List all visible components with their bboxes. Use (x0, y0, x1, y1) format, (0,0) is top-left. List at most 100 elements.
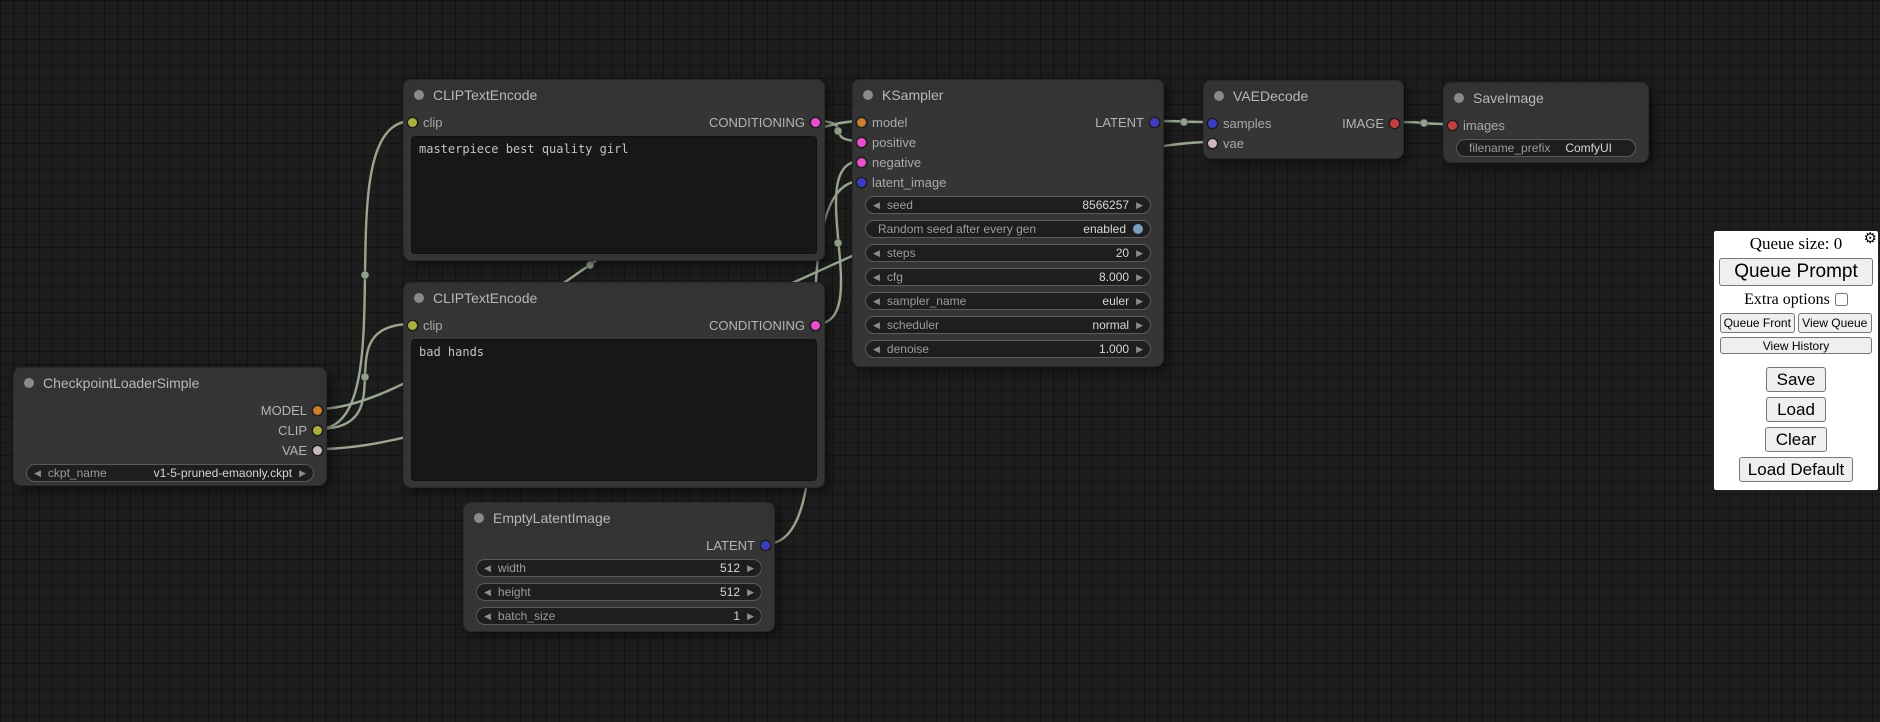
toggle-knob-icon[interactable] (1133, 224, 1143, 234)
collapse-dot-icon[interactable] (414, 90, 424, 100)
collapse-dot-icon[interactable] (1454, 93, 1464, 103)
output-label: CONDITIONING (709, 318, 824, 333)
output-row-clip: CLIP (14, 420, 326, 440)
width-widget[interactable]: width 512 (476, 559, 762, 577)
graph-canvas[interactable]: CheckpointLoaderSimple MODEL CLIP VAE ck… (0, 0, 1880, 722)
denoise-widget[interactable]: denoise 1.000 (865, 340, 1151, 358)
node-title-bar[interactable]: VAEDecode (1204, 81, 1403, 111)
increase-arrow-icon[interactable] (1136, 249, 1143, 258)
increase-arrow-icon[interactable] (747, 612, 754, 621)
clear-button[interactable]: Clear (1765, 427, 1828, 452)
queue-front-button[interactable]: Queue Front (1720, 313, 1795, 333)
decrease-arrow-icon[interactable] (484, 612, 491, 621)
samples-input-slot[interactable] (1208, 119, 1217, 128)
collapse-dot-icon[interactable] (1214, 91, 1224, 101)
random-seed-toggle-widget[interactable]: Random seed after every gen enabled (865, 220, 1151, 238)
positive-input-slot[interactable] (857, 138, 866, 147)
increase-arrow-icon[interactable] (747, 564, 754, 573)
view-history-button[interactable]: View History (1720, 337, 1872, 354)
clip-input-slot[interactable] (408, 321, 417, 330)
collapse-dot-icon[interactable] (24, 378, 34, 388)
clip-output-slot[interactable] (313, 426, 322, 435)
negative-prompt-textarea[interactable]: bad hands (411, 339, 817, 481)
node-title-bar[interactable]: CLIPTextEncode (404, 283, 824, 313)
settings-gear-icon[interactable] (1864, 231, 1877, 246)
clip-input-slot[interactable] (408, 118, 417, 127)
negative-input-slot[interactable] (857, 158, 866, 167)
scheduler-widget[interactable]: scheduler normal (865, 316, 1151, 334)
load-button[interactable]: Load (1766, 397, 1826, 422)
height-widget[interactable]: height 512 (476, 583, 762, 601)
model-output-slot[interactable] (313, 406, 322, 415)
output-row-vae: VAE (14, 440, 326, 460)
previous-value-arrow-icon[interactable] (873, 321, 880, 330)
next-value-arrow-icon[interactable] (1136, 321, 1143, 330)
node-title-bar[interactable]: KSampler (853, 80, 1163, 110)
latent-output-slot[interactable] (1150, 118, 1159, 127)
latent-output-slot[interactable] (761, 541, 770, 550)
decrease-arrow-icon[interactable] (873, 345, 880, 354)
output-label: CONDITIONING (709, 115, 824, 130)
node-empty-latent-image[interactable]: EmptyLatentImage LATENT width 512 height… (463, 502, 775, 632)
queue-prompt-button[interactable]: Queue Prompt (1719, 258, 1873, 286)
conditioning-output-slot[interactable] (811, 321, 820, 330)
conditioning-output-slot[interactable] (811, 118, 820, 127)
filename-prefix-widget[interactable]: filename_prefix ComfyUI (1456, 139, 1636, 157)
node-title: CheckpointLoaderSimple (43, 375, 199, 391)
widget-value: ComfyUI (1565, 141, 1612, 155)
increase-arrow-icon[interactable] (1136, 201, 1143, 210)
decrease-arrow-icon[interactable] (873, 201, 880, 210)
link-midpoint-dot (1420, 119, 1428, 127)
model-input-slot[interactable] (857, 118, 866, 127)
vae-input-slot[interactable] (1208, 139, 1217, 148)
widget-label: cfg (887, 270, 903, 284)
next-value-arrow-icon[interactable] (1136, 297, 1143, 306)
previous-value-arrow-icon[interactable] (873, 297, 880, 306)
previous-value-arrow-icon[interactable] (34, 469, 41, 478)
widget-value: 8.000 (1099, 270, 1129, 284)
queue-actions-row: Queue Front View Queue (1718, 313, 1874, 333)
batch-size-widget[interactable]: batch_size 1 (476, 607, 762, 625)
slot-row: clip CONDITIONING (404, 112, 824, 132)
vae-output-slot[interactable] (313, 446, 322, 455)
widget-value: v1-5-pruned-emaonly.ckpt (154, 466, 293, 480)
decrease-arrow-icon[interactable] (873, 273, 880, 282)
steps-widget[interactable]: steps 20 (865, 244, 1151, 262)
node-title-bar[interactable]: SaveImage (1444, 83, 1648, 113)
collapse-dot-icon[interactable] (474, 513, 484, 523)
save-button[interactable]: Save (1766, 367, 1827, 392)
increase-arrow-icon[interactable] (747, 588, 754, 597)
node-title-bar[interactable]: CheckpointLoaderSimple (14, 368, 326, 398)
node-title-bar[interactable]: EmptyLatentImage (464, 503, 774, 533)
extra-options-checkbox[interactable] (1835, 293, 1848, 306)
widget-value: euler (1102, 294, 1129, 308)
load-default-button[interactable]: Load Default (1739, 457, 1853, 482)
ckpt-name-widget[interactable]: ckpt_name v1-5-pruned-emaonly.ckpt (26, 464, 314, 482)
node-title: CLIPTextEncode (433, 290, 537, 306)
node-save-image[interactable]: SaveImage images filename_prefix ComfyUI (1443, 82, 1649, 163)
node-clip-text-encode-positive[interactable]: CLIPTextEncode clip CONDITIONING masterp… (403, 79, 825, 261)
latent-image-input-slot[interactable] (857, 178, 866, 187)
cfg-widget[interactable]: cfg 8.000 (865, 268, 1151, 286)
widget-value: enabled (1083, 222, 1126, 236)
node-ksampler[interactable]: KSampler model LATENT positive negative … (852, 79, 1164, 367)
collapse-dot-icon[interactable] (414, 293, 424, 303)
next-value-arrow-icon[interactable] (299, 469, 306, 478)
image-output-slot[interactable] (1390, 119, 1399, 128)
decrease-arrow-icon[interactable] (873, 249, 880, 258)
decrease-arrow-icon[interactable] (484, 588, 491, 597)
seed-widget[interactable]: seed 8566257 (865, 196, 1151, 214)
view-queue-button[interactable]: View Queue (1798, 313, 1873, 333)
images-input-slot[interactable] (1448, 121, 1457, 130)
node-vae-decode[interactable]: VAEDecode samples IMAGE vae (1203, 80, 1404, 159)
node-clip-text-encode-negative[interactable]: CLIPTextEncode clip CONDITIONING bad han… (403, 282, 825, 488)
node-title-bar[interactable]: CLIPTextEncode (404, 80, 824, 110)
increase-arrow-icon[interactable] (1136, 273, 1143, 282)
node-checkpoint-loader-simple[interactable]: CheckpointLoaderSimple MODEL CLIP VAE ck… (13, 367, 327, 486)
increase-arrow-icon[interactable] (1136, 345, 1143, 354)
slot-row: negative (853, 152, 1163, 172)
decrease-arrow-icon[interactable] (484, 564, 491, 573)
positive-prompt-textarea[interactable]: masterpiece best quality girl (411, 136, 817, 254)
collapse-dot-icon[interactable] (863, 90, 873, 100)
sampler-name-widget[interactable]: sampler_name euler (865, 292, 1151, 310)
